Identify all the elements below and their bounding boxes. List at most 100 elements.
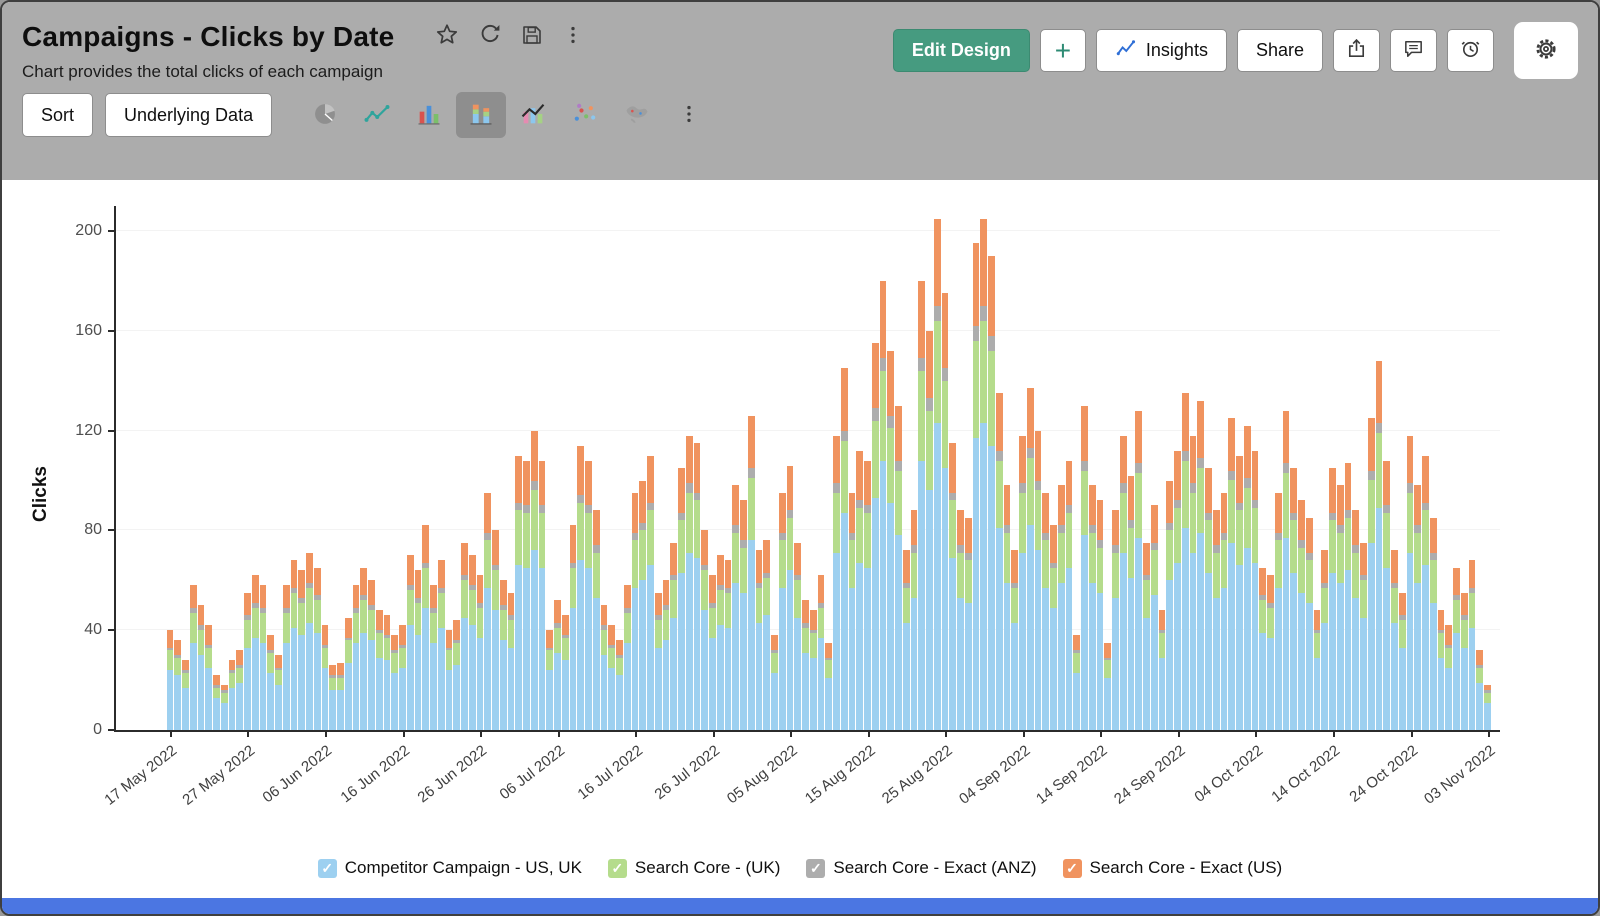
stacked-bar[interactable] [678,206,685,730]
stacked-bar[interactable] [167,206,174,730]
stacked-bar[interactable] [291,206,298,730]
stacked-bar[interactable] [1259,206,1266,730]
stacked-bar[interactable] [911,206,918,730]
chart-type-pie-button[interactable] [300,92,350,138]
stacked-bar[interactable] [1089,206,1096,730]
stacked-bar[interactable] [601,206,608,730]
stacked-bar[interactable] [1205,206,1212,730]
stacked-bar[interactable] [794,206,801,730]
stacked-bar[interactable] [1097,206,1104,730]
stacked-bar[interactable] [996,206,1003,730]
stacked-bar[interactable] [500,206,507,730]
stacked-bar[interactable] [872,206,879,730]
export-button[interactable] [1333,29,1380,72]
stacked-bar[interactable] [236,206,243,730]
stacked-bar[interactable] [182,206,189,730]
stacked-bar[interactable] [1453,206,1460,730]
stacked-bar[interactable] [732,206,739,730]
stacked-bar[interactable] [1298,206,1305,730]
stacked-bar[interactable] [174,206,181,730]
stacked-bar[interactable] [825,206,832,730]
stacked-bar[interactable] [562,206,569,730]
chart-type-combo-button[interactable] [508,92,558,138]
stacked-bar[interactable] [190,206,197,730]
stacked-bar[interactable] [1430,206,1437,730]
stacked-bar[interactable] [1461,206,1468,730]
stacked-bar[interactable] [856,206,863,730]
stacked-bar[interactable] [1135,206,1142,730]
chart-type-map-button[interactable] [612,92,662,138]
stacked-bar[interactable] [647,206,654,730]
stacked-bar[interactable] [306,206,313,730]
stacked-bar[interactable] [322,206,329,730]
stacked-bar[interactable] [368,206,375,730]
comment-button[interactable] [1390,29,1437,72]
stacked-bar[interactable] [1058,206,1065,730]
stacked-bar[interactable] [1213,206,1220,730]
stacked-bar[interactable] [415,206,422,730]
stacked-bar[interactable] [810,206,817,730]
stacked-bar[interactable] [1314,206,1321,730]
stacked-bar[interactable] [818,206,825,730]
stacked-bar[interactable] [701,206,708,730]
stacked-bar[interactable] [1011,206,1018,730]
stacked-bar[interactable] [763,206,770,730]
insights-button[interactable]: Insights [1096,29,1227,72]
stacked-bar[interactable] [461,206,468,730]
stacked-bar[interactable] [1391,206,1398,730]
stacked-bar[interactable] [1112,206,1119,730]
stacked-bar[interactable] [1422,206,1429,730]
stacked-bar[interactable] [484,206,491,730]
stacked-bar[interactable] [260,206,267,730]
stacked-bar[interactable] [779,206,786,730]
stacked-bar[interactable] [1383,206,1390,730]
stacked-bar[interactable] [492,206,499,730]
stacked-bar[interactable] [639,206,646,730]
stacked-bar[interactable] [880,206,887,730]
sort-button[interactable]: Sort [22,93,93,137]
stacked-bar[interactable] [1104,206,1111,730]
stacked-bar[interactable] [1035,206,1042,730]
stacked-bar[interactable] [655,206,662,730]
underlying-data-button[interactable]: Underlying Data [105,93,272,137]
stacked-bar[interactable] [1399,206,1406,730]
stacked-bar[interactable] [949,206,956,730]
stacked-bar[interactable] [973,206,980,730]
stacked-bar[interactable] [841,206,848,730]
stacked-bar[interactable] [360,206,367,730]
stacked-bar[interactable] [1275,206,1282,730]
stacked-bar[interactable] [391,206,398,730]
stacked-bar[interactable] [1484,206,1491,730]
save-button[interactable] [516,19,548,54]
chart-type-column-button[interactable] [404,92,454,138]
stacked-bar[interactable] [1252,206,1259,730]
legend-checkbox[interactable]: ✓ [1063,859,1082,878]
stacked-bar[interactable] [1407,206,1414,730]
stacked-bar[interactable] [1143,206,1150,730]
stacked-bar[interactable] [1081,206,1088,730]
stacked-bar[interactable] [624,206,631,730]
stacked-bar[interactable] [717,206,724,730]
stacked-bar[interactable] [1228,206,1235,730]
stacked-bar[interactable] [229,206,236,730]
stacked-bar[interactable] [926,206,933,730]
chart-type-more-button[interactable] [664,92,714,138]
stacked-bar[interactable] [531,206,538,730]
stacked-bar[interactable] [725,206,732,730]
stacked-bar[interactable] [438,206,445,730]
refresh-button[interactable] [474,19,506,54]
stacked-bar[interactable] [1352,206,1359,730]
stacked-bar[interactable] [353,206,360,730]
stacked-bar[interactable] [934,206,941,730]
stacked-bar[interactable] [1345,206,1352,730]
stacked-bar[interactable] [887,206,894,730]
stacked-bar[interactable] [833,206,840,730]
stacked-bar[interactable] [275,206,282,730]
stacked-bar[interactable] [1414,206,1421,730]
stacked-bar[interactable] [376,206,383,730]
stacked-bar[interactable] [546,206,553,730]
favorite-button[interactable] [430,18,464,55]
stacked-bar[interactable] [446,206,453,730]
stacked-bar[interactable] [1469,206,1476,730]
stacked-bar[interactable] [1267,206,1274,730]
